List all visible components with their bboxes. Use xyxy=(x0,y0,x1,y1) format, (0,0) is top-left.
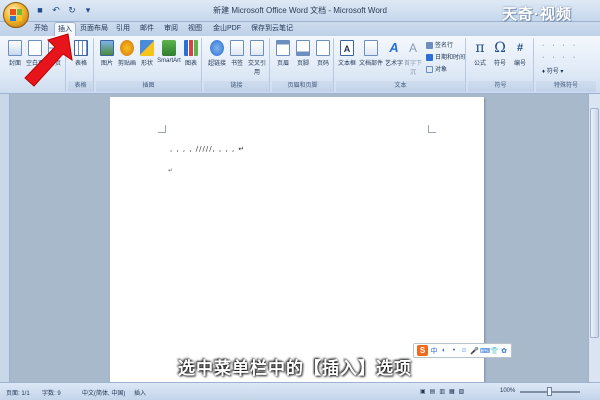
hyperlink-button[interactable]: 超链接 xyxy=(206,40,228,67)
chevron-down-icon: ▾ xyxy=(558,69,564,75)
equation-button[interactable]: π 公式 xyxy=(470,40,490,67)
quick-parts-icon xyxy=(364,40,378,56)
shapes-icon xyxy=(140,40,154,56)
group-label-links: 链接 xyxy=(204,81,269,92)
group-special-symbols: · · · · · · · · ♦ 符号 ▾ 特殊符号 xyxy=(536,38,596,92)
watermark-brand: 天奇·视频 xyxy=(502,6,572,23)
object-button[interactable]: 对象 xyxy=(426,64,447,73)
drop-cap-button[interactable]: A 首字下沉 xyxy=(402,40,424,76)
text-box-icon: A xyxy=(340,40,354,56)
status-language[interactable]: 中文(简体, 中国) xyxy=(82,388,125,397)
header-icon xyxy=(276,40,290,56)
group-label-illustrations: 插图 xyxy=(96,81,201,92)
wordart-icon: A xyxy=(389,40,399,55)
cross-reference-button[interactable]: 交叉引用 xyxy=(246,40,268,76)
cross-reference-icon xyxy=(250,40,264,56)
calendar-icon xyxy=(426,53,433,61)
footer-button[interactable]: 页脚 xyxy=(294,40,312,67)
paragraph-mark: ↵ xyxy=(168,168,174,174)
video-caption: 选中菜单栏中的【插入】选项 xyxy=(178,359,412,378)
shapes-button[interactable]: 形状 xyxy=(138,40,156,67)
clip-art-button[interactable]: 剪贴画 xyxy=(116,40,138,67)
ime-punctuation-icon[interactable]: • xyxy=(450,347,458,354)
header-button[interactable]: 页眉 xyxy=(274,40,292,67)
ime-tools-icon[interactable]: ✿ xyxy=(500,347,508,355)
title-bar: ■ ↶ ↻ ▾ 新建 Microsoft Office Word 文档 - Mi… xyxy=(0,0,600,23)
group-symbols: π 公式 Ω 符号 # 编号 符号 xyxy=(468,38,534,92)
office-logo-icon xyxy=(10,9,22,21)
group-label-symbols: 符号 xyxy=(468,81,533,92)
symbol-button[interactable]: Ω 符号 xyxy=(490,40,510,67)
document-page[interactable]: , , , , /////, , , , ↵ ↵ xyxy=(110,97,484,382)
chart-button[interactable]: 图表 xyxy=(182,40,200,67)
footer-icon xyxy=(296,40,310,56)
tab-page-layout[interactable]: 页面布局 xyxy=(78,22,110,36)
vertical-ruler xyxy=(0,94,10,382)
office-button[interactable] xyxy=(3,2,29,28)
status-bar: 页面: 1/1 字数: 9 中文(简体, 中国) 插入 ▣▤▥▦▧ 100% xyxy=(0,382,600,400)
ime-skin-icon[interactable]: 👕 xyxy=(490,347,499,355)
page-number-icon xyxy=(316,40,330,56)
margin-corner-tl xyxy=(158,125,166,133)
ime-toolbar[interactable]: S 中 ◐ • ☺ 🎤 ⌨ 👕 ✿ xyxy=(413,343,512,358)
margin-corner-tr xyxy=(428,125,436,133)
group-links: 超链接 书签 交叉引用 链接 xyxy=(204,38,270,92)
zoom-level[interactable]: 100% xyxy=(500,388,515,394)
zoom-slider-knob[interactable] xyxy=(547,387,552,396)
tab-kingsoft-pdf[interactable]: 金山PDF xyxy=(210,22,244,36)
signature-line-icon xyxy=(426,41,433,49)
picture-button[interactable]: 图片 xyxy=(98,40,116,67)
group-label-special-symbols: 特殊符号 xyxy=(536,81,596,92)
smartart-icon xyxy=(162,40,176,56)
group-illustrations: 图片 剪贴画 形状 SmartArt 图表 插图 xyxy=(96,38,202,92)
ime-keyboard-icon[interactable]: ⌨ xyxy=(480,347,490,355)
wordart-button[interactable]: A 艺术字 xyxy=(384,40,404,67)
ime-halfwidth-icon[interactable]: ◐ xyxy=(440,347,448,354)
document-text: , , , , /////, , , , ↵ xyxy=(170,145,246,153)
ime-voice-icon[interactable]: 🎤 xyxy=(470,347,479,355)
tab-review[interactable]: 审阅 xyxy=(160,22,182,36)
pi-icon: π xyxy=(475,40,485,56)
sogou-logo-icon: S xyxy=(417,345,428,356)
group-label-header-footer: 页眉和页脚 xyxy=(272,81,333,92)
bookmark-icon xyxy=(230,40,244,56)
status-insert-mode[interactable]: 插入 xyxy=(134,388,146,397)
text-box-button[interactable]: A 文本框 xyxy=(336,40,358,67)
group-label-text: 文本 xyxy=(336,81,465,92)
ribbon-tabs: 开始 插入 页面布局 引用 邮件 审阅 视图 金山PDF 保存到云笔记 xyxy=(0,22,600,37)
bookmark-button[interactable]: 书签 xyxy=(228,40,246,67)
drop-cap-icon: A xyxy=(408,41,417,55)
smartart-button[interactable]: SmartArt xyxy=(156,40,182,64)
special-symbol-grid-2[interactable]: · · · · xyxy=(542,54,578,61)
signature-line-button[interactable]: 签名行 xyxy=(426,40,453,49)
status-word-count[interactable]: 字数: 9 xyxy=(42,388,61,397)
page-number-button[interactable]: 页码 xyxy=(314,40,332,67)
globe-icon xyxy=(210,40,224,56)
omega-icon: Ω xyxy=(494,40,506,56)
status-page[interactable]: 页面: 1/1 xyxy=(6,388,30,397)
ime-chinese-mode[interactable]: 中 xyxy=(430,346,438,356)
object-icon xyxy=(426,65,433,73)
clip-art-icon xyxy=(120,40,134,56)
quick-parts-button[interactable]: 文档部件 xyxy=(358,40,384,67)
group-header-footer: 页眉 页脚 页码 页眉和页脚 xyxy=(272,38,334,92)
ime-emoji-icon[interactable]: ☺ xyxy=(460,347,468,354)
numbering-button[interactable]: # 编号 xyxy=(510,40,530,67)
date-time-button[interactable]: 日期和时间 xyxy=(426,52,465,61)
tab-cloud-note[interactable]: 保存到云笔记 xyxy=(248,22,296,36)
special-symbol-grid[interactable]: · · · · xyxy=(542,42,578,49)
vertical-scrollbar[interactable] xyxy=(588,94,600,382)
numbering-icon: # xyxy=(516,42,524,54)
view-buttons[interactable]: ▣▤▥▦▧ xyxy=(420,388,468,395)
red-pointer-arrow xyxy=(24,33,73,87)
scrollbar-thumb[interactable] xyxy=(590,108,599,338)
tab-mailings[interactable]: 邮件 xyxy=(136,22,158,36)
chart-icon xyxy=(184,40,198,56)
ribbon: 封面 空白页 分页 表格 表格 图片 剪贴画 形状 SmartArt 图表 插图… xyxy=(0,36,600,94)
special-symbol-button[interactable]: ♦ 符号 ▾ xyxy=(542,66,563,75)
tab-view[interactable]: 视图 xyxy=(184,22,206,36)
picture-icon xyxy=(100,40,114,56)
group-text: A 文本框 文档部件 A 艺术字 A 首字下沉 签名行 日期和时间 对象 文本 xyxy=(336,38,466,92)
tab-references[interactable]: 引用 xyxy=(112,22,134,36)
